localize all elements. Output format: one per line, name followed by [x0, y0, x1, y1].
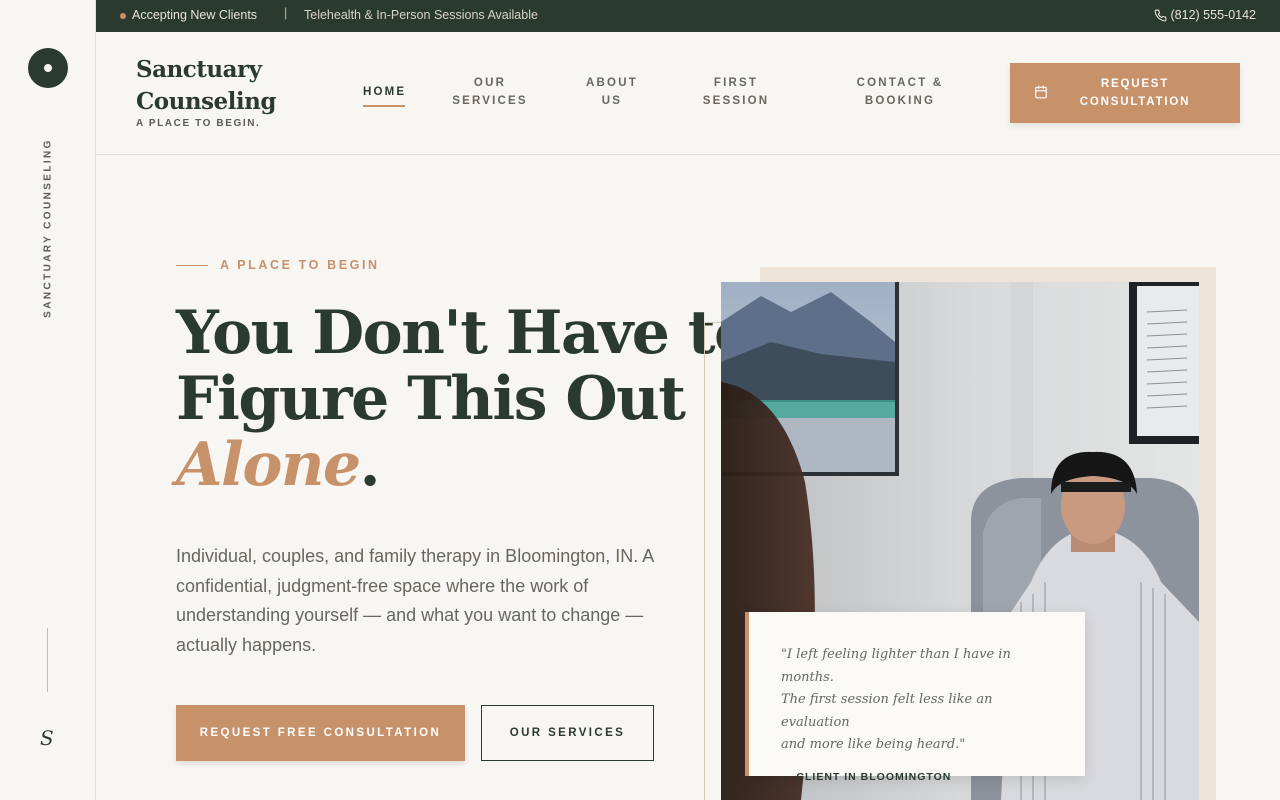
brand-name-line2: Counseling [136, 88, 276, 115]
nav-our-services[interactable]: OUR SERVICES [446, 74, 534, 110]
cta-label-1: REQUEST [1100, 78, 1170, 90]
testimonial-attribution: — CLIENT IN BLOOMINGTON [781, 770, 952, 783]
side-rail: SANCTUARY COUNSELING S [0, 0, 96, 800]
headline-accent: Alone [176, 430, 361, 500]
headline-line2: Figure This Out [176, 364, 686, 434]
hero-eyebrow: A PLACE TO BEGIN [176, 258, 380, 272]
nav-about-label-2: US [601, 95, 623, 107]
nav-first-session[interactable]: FIRST SESSION [694, 74, 778, 110]
logo-mark[interactable] [28, 48, 68, 88]
nav-about-label-1: ABOUT [586, 77, 638, 89]
accepting-clients-text: Accepting New Clients [132, 8, 258, 22]
announcement-bar: Accepting New Clients | Telehealth & In-… [96, 0, 1280, 32]
rail-monogram: S [40, 726, 54, 750]
headline-period: . [359, 430, 381, 500]
nav-services-label-1: OUR [473, 77, 507, 89]
headline-line1: You Don't Have to [176, 298, 754, 368]
nav-first-label-2: SESSION [702, 95, 770, 107]
site-header: Sanctuary Counseling A PLACE TO BEGIN. H… [96, 32, 1280, 155]
nav-services-label-2: SERVICES [452, 95, 528, 107]
headline-line3: Alone. [176, 432, 753, 498]
eyebrow-text: A PLACE TO BEGIN [220, 258, 380, 272]
request-free-consultation-button[interactable]: REQUEST FREE CONSULTATION [176, 705, 465, 761]
request-consultation-button[interactable]: REQUEST CONSULTATION [1010, 63, 1240, 123]
nav-contact-label-2: BOOKING [864, 95, 936, 107]
rail-brand-text: SANCTUARY COUNSELING [42, 138, 54, 318]
rail-divider [47, 628, 48, 692]
quote-line-2: The first session felt less like an eval… [781, 692, 993, 730]
topbar-separator: | [284, 6, 288, 20]
phone-icon [1154, 9, 1166, 21]
quote-line-3: and more like being heard." [781, 737, 966, 752]
phone-link[interactable]: (812) 555-0142 [1154, 8, 1256, 22]
nav-first-label-1: FIRST [713, 77, 759, 89]
nav-contact-label-1: CONTACT & [856, 77, 944, 89]
sessions-text: Telehealth & In-Person Sessions Availabl… [304, 8, 538, 22]
brand-name-line1: Sanctuary [136, 56, 262, 83]
hero-headline: You Don't Have to Figure This Out Alone. [176, 298, 754, 498]
quote-line-1: "I left feeling lighter than I have in m… [781, 647, 1011, 685]
phone-number: (812) 555-0142 [1170, 8, 1256, 22]
testimonial-card: "I left feeling lighter than I have in m… [745, 612, 1085, 783]
status-dot-icon [120, 13, 126, 19]
brand-logo[interactable]: Sanctuary Counseling A PLACE TO BEGIN. [136, 54, 276, 129]
calendar-icon [1035, 85, 1047, 99]
our-services-button[interactable]: OUR SERVICES [481, 705, 654, 761]
nav-about-us[interactable]: ABOUT US [578, 74, 646, 110]
cta-label-2: CONSULTATION [1079, 96, 1191, 108]
eyebrow-line [176, 264, 208, 266]
nav-contact-booking[interactable]: CONTACT & BOOKING [848, 74, 952, 110]
testimonial-quote: "I left feeling lighter than I have in m… [781, 644, 1053, 757]
hero-description: Individual, couples, and family therapy … [176, 546, 654, 655]
brand-tagline: A PLACE TO BEGIN. [136, 118, 261, 129]
nav-home-label: HOME [363, 86, 407, 98]
nav-home[interactable]: HOME [363, 83, 405, 107]
